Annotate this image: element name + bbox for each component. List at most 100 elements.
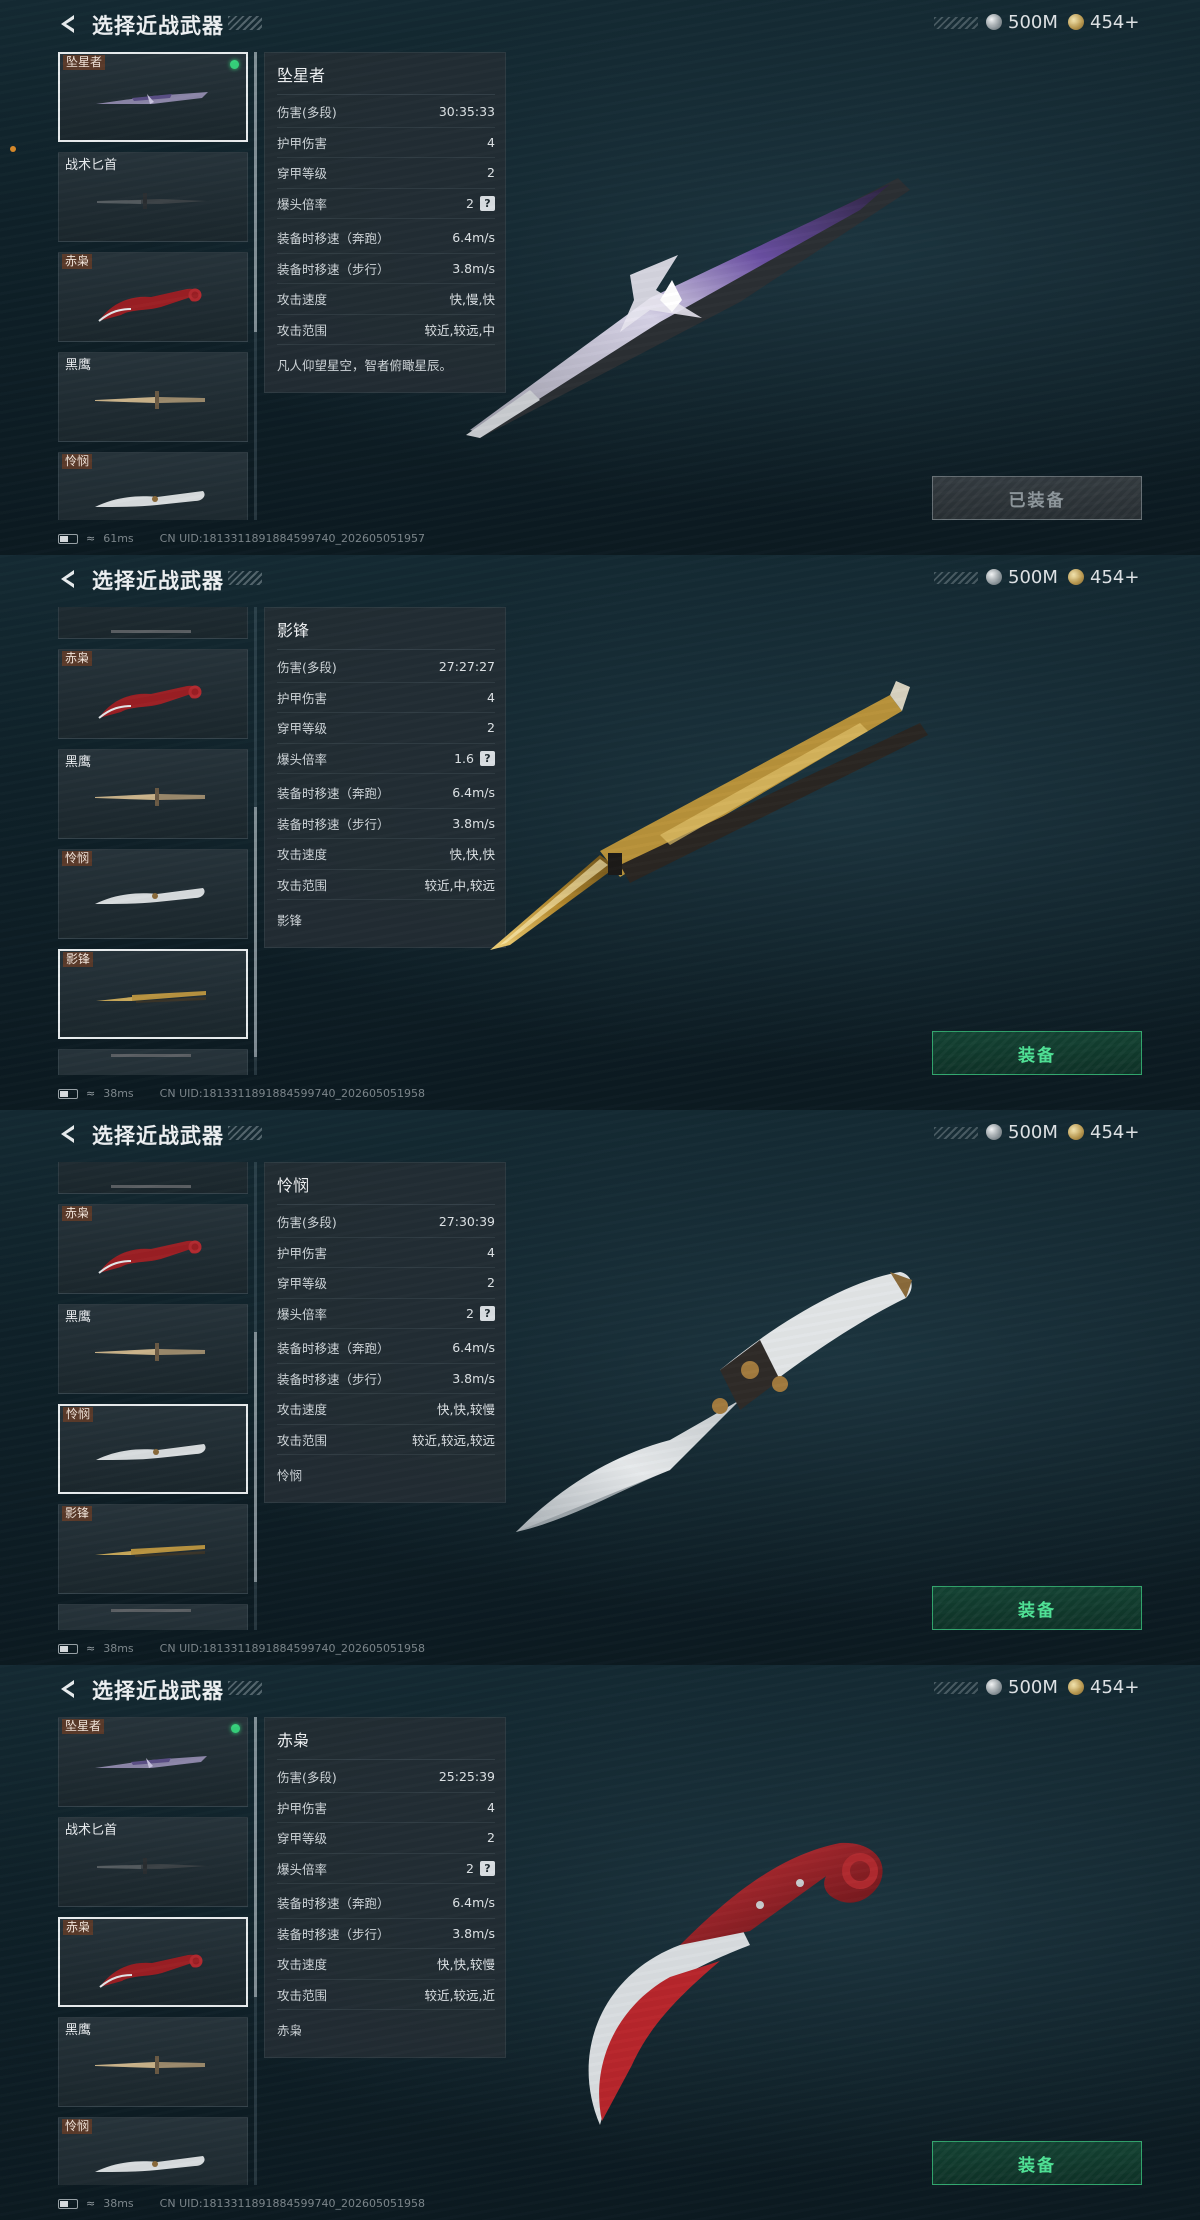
silver-coin-icon — [986, 569, 1002, 585]
uid-text: CN UID:1813311891884599740_202605051958 — [159, 2197, 426, 2210]
scrollbar-thumb[interactable] — [254, 1717, 257, 1997]
white-blade-icon — [95, 888, 205, 904]
weapon-card[interactable]: 赤枭 — [58, 1204, 248, 1294]
stat-label: 装备时移速（奔跑） — [277, 1896, 390, 1912]
back-arrow-icon[interactable] — [56, 1677, 80, 1701]
weapon-card[interactable]: 黑鹰 — [58, 1304, 248, 1394]
weapon-card[interactable]: 赤枭 — [58, 252, 248, 342]
back-arrow-icon[interactable] — [56, 567, 80, 591]
weapon-card[interactable]: 怜悯 — [58, 1404, 248, 1494]
weapon-card[interactable] — [58, 1049, 248, 1075]
silver-currency: 500M — [986, 1122, 1058, 1143]
gold-currency[interactable]: 454+ — [1068, 11, 1140, 33]
stat-label: 攻击范围 — [277, 877, 328, 893]
weapon-card[interactable]: 黑鹰 — [58, 352, 248, 442]
bowie-knife-icon — [95, 788, 205, 806]
notification-dot-icon — [10, 146, 16, 152]
stat-label: 伤害(多段) — [277, 1770, 337, 1786]
gold-amount: 454+ — [1090, 11, 1140, 33]
weapon-card[interactable]: 怜悯 — [58, 2117, 248, 2185]
scrollbar-thumb[interactable] — [254, 807, 257, 1057]
weapon-card-label: 怜悯 — [62, 851, 93, 866]
stat-label: 爆头倍率 — [277, 196, 328, 212]
gold-currency[interactable]: 454+ — [1068, 567, 1139, 588]
battery-icon — [58, 2198, 78, 2209]
weapon-card[interactable] — [58, 1162, 248, 1194]
currency-decoration — [934, 572, 978, 584]
white-blade-icon — [96, 1444, 206, 1460]
weapon-list-scrollbar[interactable] — [254, 607, 257, 1075]
status-bar: ≈ 38ms CN UID:1813311891884599740_202605… — [58, 1087, 425, 1100]
equip-button[interactable]: 装备 — [932, 1586, 1142, 1630]
back-arrow-icon[interactable] — [56, 12, 80, 36]
status-bar: ≈ 61ms CN UID:1813311891884599740_202605… — [58, 532, 425, 545]
weapon-card[interactable]: 黑鹰 — [58, 2017, 248, 2107]
weapon-card-label: 战术匕首 — [65, 158, 118, 173]
screenshot-root: 选择近战武器 500M 454+ 坠星者 战术匕首 赤枭 黑鹰 怜悯 坠星者 伤害(多段… — [0, 0, 1200, 2220]
weapon-art-image — [466, 178, 910, 438]
stat-label: 装备时移速（步行） — [277, 816, 390, 832]
stat-label: 攻击范围 — [277, 1987, 328, 2003]
scrollbar-thumb[interactable] — [254, 52, 257, 332]
weapon-list[interactable]: 坠星者战术匕首赤枭黑鹰怜悯 — [58, 1717, 250, 2185]
weapon-card-label: 战术匕首 — [65, 1823, 118, 1838]
weapon-card-label: 赤枭 — [62, 254, 93, 269]
silver-amount: 500M — [1008, 566, 1058, 588]
silver-amount: 500M — [1008, 1676, 1058, 1698]
weapon-list-scrollbar[interactable] — [254, 52, 257, 520]
weapon-list[interactable]: 坠星者战术匕首赤枭黑鹰怜悯 — [58, 52, 250, 520]
title-decoration — [228, 1126, 262, 1140]
weapon-card-label: 黑鹰 — [65, 2023, 92, 2038]
weapon-art-image — [516, 1272, 912, 1532]
weapon-card[interactable]: 战术匕首 — [58, 1817, 248, 1907]
stat-label: 护甲伤害 — [277, 1800, 328, 1816]
bowie-knife-icon — [95, 391, 205, 409]
gold-amount: 454+ — [1090, 1676, 1140, 1698]
weapon-list[interactable]: 赤枭黑鹰怜悯影锋 — [58, 1162, 250, 1630]
battery-icon — [58, 1088, 78, 1099]
silver-amount: 500M — [1008, 11, 1058, 33]
equip-button[interactable]: 装备 — [932, 2141, 1142, 2185]
equip-button[interactable]: 已装备 — [932, 476, 1142, 520]
page-title: 选择近战武器 — [92, 14, 224, 38]
gold-balisong-icon — [95, 1545, 205, 1557]
stat-label: 伤害(多段) — [277, 1215, 337, 1231]
gold-coin-icon — [1068, 1679, 1084, 1695]
stat-label: 护甲伤害 — [277, 690, 328, 706]
gold-currency[interactable]: 454+ — [1068, 1676, 1140, 1698]
gold-currency[interactable]: 454+ — [1068, 1121, 1140, 1143]
weapon-card[interactable]: 影锋 — [58, 949, 248, 1039]
weapon-card[interactable]: 怜悯 — [58, 452, 248, 520]
currency-decoration — [934, 1127, 978, 1139]
stat-label: 装备时移速（奔跑） — [277, 786, 390, 802]
gold-balisong-icon — [96, 991, 206, 1003]
status-bar: ≈ 38ms CN UID:1813311891884599740_202605… — [58, 1642, 425, 1655]
weapon-list-scrollbar[interactable] — [254, 1717, 257, 2185]
scrollbar-thumb[interactable] — [254, 1332, 257, 1582]
back-arrow-icon[interactable] — [56, 1122, 80, 1146]
weapon-card[interactable]: 坠星者 — [58, 52, 248, 142]
weapon-card-label: 怜悯 — [63, 1407, 94, 1422]
battery-icon — [58, 1643, 78, 1654]
equipped-indicator-icon — [231, 1724, 240, 1733]
weapon-card[interactable]: 黑鹰 — [58, 749, 248, 839]
weapon-list[interactable]: 赤枭黑鹰怜悯影锋 — [58, 607, 250, 1075]
weapon-card[interactable]: 影锋 — [58, 1504, 248, 1594]
white-blade-icon — [95, 491, 205, 507]
dark-dagger-icon — [97, 1858, 207, 1874]
uid-text: CN UID:1813311891884599740_202605051958 — [159, 1642, 426, 1655]
weapon-card[interactable] — [58, 1604, 248, 1630]
title-decoration — [228, 571, 262, 585]
weapon-card[interactable]: 坠星者 — [58, 1717, 248, 1807]
weapon-card[interactable]: 怜悯 — [58, 849, 248, 939]
weapon-card-label: 坠星者 — [62, 1719, 105, 1734]
weapon-card[interactable] — [58, 607, 248, 639]
weapon-card[interactable]: 赤枭 — [58, 1917, 248, 2007]
weapon-card[interactable]: 战术匕首 — [58, 152, 248, 242]
weapon-art-image — [490, 681, 928, 950]
weapon-card[interactable]: 赤枭 — [58, 649, 248, 739]
weapon-list-scrollbar[interactable] — [254, 1162, 257, 1630]
gold-amount: 454+ — [1090, 1121, 1140, 1143]
equip-button[interactable]: 装备 — [932, 1031, 1142, 1075]
weapon-select-panel-1: 选择近战武器 500M 454+ 坠星者 战术匕首 赤枭 黑鹰 怜悯 坠星者 伤害(多段… — [0, 0, 1200, 555]
